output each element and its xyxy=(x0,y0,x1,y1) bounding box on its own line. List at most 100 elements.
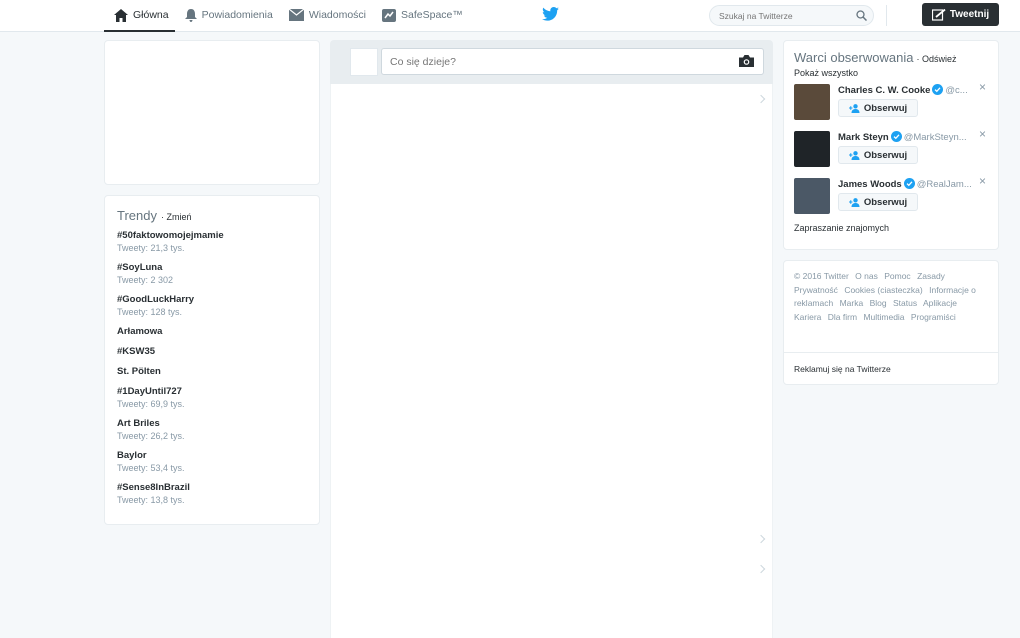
follow-button[interactable]: Obserwuj xyxy=(838,193,918,211)
trend-tweet-count: Tweety: 69,9 tys. xyxy=(117,399,185,409)
user-handle: @RealJam... xyxy=(916,179,972,190)
trend-name: #1DayUntil727 xyxy=(117,386,182,397)
user-handle: @c... xyxy=(945,85,968,96)
tweet-composer xyxy=(330,40,773,84)
search-icon[interactable] xyxy=(856,10,867,21)
tweet-input[interactable] xyxy=(381,48,764,75)
user-name: Charles C. W. Cooke xyxy=(838,85,931,96)
trend-item[interactable]: #SoyLuna Tweety: 2 302 xyxy=(117,261,307,286)
suggested-user: Charles C. W. Cooke @c... Obserwuj × xyxy=(794,80,988,127)
nav-notifications[interactable]: Powiadomienia xyxy=(175,0,279,32)
user-avatar[interactable] xyxy=(794,84,830,120)
user-name-line[interactable]: Charles C. W. Cooke @c... xyxy=(838,84,968,96)
top-navigation-bar: Główna Powiadomienia Wiadomości SafeSpac… xyxy=(0,0,1020,32)
trends-change-link[interactable]: · Zmień xyxy=(161,212,192,222)
trend-item[interactable]: Arłamowa xyxy=(117,325,307,338)
tweet-chevron-icon[interactable] xyxy=(756,564,766,574)
twitter-bird-icon[interactable] xyxy=(542,7,559,21)
trend-item[interactable]: St. Pölten xyxy=(117,365,307,378)
footer-link[interactable]: Status xyxy=(893,298,917,308)
trend-item[interactable]: #50faktowomojejmamie Tweety: 21,3 tys. xyxy=(117,229,307,254)
user-avatar[interactable] xyxy=(794,131,830,167)
show-all-link[interactable]: Pokaż wszystko xyxy=(794,68,858,78)
tweet-chevron-icon[interactable] xyxy=(756,94,766,104)
envelope-icon xyxy=(288,9,304,21)
dismiss-icon[interactable]: × xyxy=(979,174,986,188)
trend-name: #GoodLuckHarry xyxy=(117,294,195,305)
who-to-follow-header: Warci obserwowania · Odśwież Pokaż wszys… xyxy=(794,51,988,80)
trend-tweet-count: Tweety: 2 302 xyxy=(117,275,174,285)
profile-card xyxy=(104,40,320,185)
footer-link[interactable]: Prywatność xyxy=(794,285,838,295)
invite-friends-link[interactable]: Zapraszanie znajomych xyxy=(794,223,988,233)
trends-header: Trendy · Zmień xyxy=(117,208,307,223)
bell-icon xyxy=(184,8,197,22)
nav-home[interactable]: Główna xyxy=(104,0,175,32)
user-name: James Woods xyxy=(838,179,902,190)
search-input[interactable] xyxy=(719,9,849,23)
follow-button-label: Obserwuj xyxy=(863,196,908,208)
footer-link[interactable]: © 2016 Twitter xyxy=(794,271,849,281)
tweet-button[interactable]: Tweetnij xyxy=(922,3,999,26)
trend-item[interactable]: #GoodLuckHarry Tweety: 128 tys. xyxy=(117,293,307,318)
footer-link[interactable]: Pomoc xyxy=(884,271,910,281)
footer-link[interactable]: Zasady xyxy=(917,271,945,281)
follow-button[interactable]: Obserwuj xyxy=(838,146,918,164)
footer-link[interactable]: O nas xyxy=(855,271,878,281)
main-nav: Główna Powiadomienia Wiadomości SafeSpac… xyxy=(104,0,469,32)
user-avatar[interactable] xyxy=(350,48,378,76)
footer-link[interactable]: Blog xyxy=(870,298,887,308)
nav-messages[interactable]: Wiadomości xyxy=(279,0,372,32)
trend-name: Arłamowa xyxy=(117,326,163,337)
footer-link[interactable]: Marka xyxy=(840,298,864,308)
trends-title: Trendy xyxy=(117,208,157,223)
trend-tweet-count: Tweety: 21,3 tys. xyxy=(117,243,185,253)
trend-tweet-count: Tweety: 26,2 tys. xyxy=(117,431,185,441)
tweet-chevron-icon[interactable] xyxy=(756,534,766,544)
trend-tweet-count: Tweety: 128 tys. xyxy=(117,307,183,317)
footer-link[interactable]: Cookies (ciasteczka) xyxy=(844,285,922,295)
refresh-link[interactable]: · Odśwież xyxy=(917,54,957,64)
user-name: Mark Steyn xyxy=(838,132,889,143)
trend-item[interactable]: Baylor Tweety: 53,4 tys. xyxy=(117,449,307,474)
footer-module: © 2016 Twitter O nas Pomoc Zasady Prywat… xyxy=(783,260,999,385)
follow-button-label: Obserwuj xyxy=(863,149,908,161)
user-handle: @MarkSteyn... xyxy=(903,132,967,143)
trend-name: Baylor xyxy=(117,450,147,461)
footer-link[interactable]: Programiści xyxy=(911,312,956,322)
footer-link[interactable]: Aplikacje xyxy=(923,298,957,308)
nav-home-label: Główna xyxy=(133,9,169,21)
footer-link[interactable]: Multimedia xyxy=(863,312,904,322)
trend-tweet-count: Tweety: 53,4 tys. xyxy=(117,463,185,473)
home-icon xyxy=(114,8,128,22)
trend-item[interactable]: #Sense8InBrazil Tweety: 13,8 tys. xyxy=(117,481,307,506)
trend-name: #Sense8InBrazil xyxy=(117,482,190,493)
follow-person-icon xyxy=(848,150,860,160)
nav-safespace[interactable]: SafeSpace™ xyxy=(372,0,469,32)
footer-links: © 2016 Twitter O nas Pomoc Zasady Prywat… xyxy=(784,261,998,324)
follow-button[interactable]: Obserwuj xyxy=(838,99,918,117)
search-box xyxy=(709,5,874,26)
trend-name: #KSW35 xyxy=(117,346,156,357)
dismiss-icon[interactable]: × xyxy=(979,80,986,94)
verified-badge-icon xyxy=(932,84,944,95)
trend-item[interactable]: Art Briles Tweety: 26,2 tys. xyxy=(117,417,307,442)
user-name-line[interactable]: Mark Steyn @MarkSteyn... xyxy=(838,131,967,143)
footer-link[interactable]: Dla firm xyxy=(828,312,857,322)
trend-name: St. Pölten xyxy=(117,366,161,377)
verified-badge-icon xyxy=(903,178,915,189)
trend-list: #50faktowomojejmamie Tweety: 21,3 tys. #So… xyxy=(117,229,307,506)
verified-badge-icon xyxy=(890,131,902,142)
camera-icon[interactable] xyxy=(739,55,754,67)
user-avatar[interactable] xyxy=(794,178,830,214)
follow-person-icon xyxy=(848,197,860,207)
trend-name: #SoyLuna xyxy=(117,262,163,273)
trend-item[interactable]: #1DayUntil727 Tweety: 69,9 tys. xyxy=(117,385,307,410)
user-name-line[interactable]: James Woods @RealJam... xyxy=(838,178,972,190)
advertise-link[interactable]: Reklamuj się na Twitterze xyxy=(784,352,998,385)
footer-link[interactable]: Kariera xyxy=(794,312,821,322)
safespace-icon xyxy=(382,8,397,22)
timeline-stream xyxy=(330,84,773,638)
dismiss-icon[interactable]: × xyxy=(979,127,986,141)
trend-item[interactable]: #KSW35 xyxy=(117,345,307,358)
